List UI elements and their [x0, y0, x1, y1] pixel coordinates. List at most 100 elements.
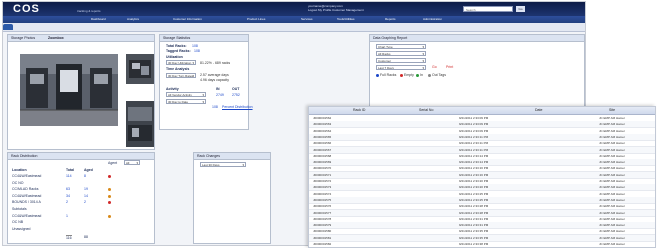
table-cell: J0000001569 [313, 160, 332, 165]
warehouse-photo-thumb-2-image [126, 101, 154, 147]
distribution-location[interactable]: CC4&W/Eastmead [12, 214, 41, 218]
nav-item-analytics[interactable]: Analytics [127, 17, 139, 22]
tab-storage-photos[interactable]: Storage Photos [11, 36, 35, 40]
table-cell: J0000001566 [313, 141, 332, 146]
distribution-total: 34 [66, 193, 70, 198]
page-tab-row [3, 23, 585, 32]
tagged-racks-value: 108 [194, 49, 200, 53]
table-cell: 9/21/2011 2:33:28 PM [459, 204, 489, 209]
col-aged: Aged [84, 168, 93, 172]
graph-go-button[interactable]: Go [432, 65, 437, 69]
photo-panel: Storage Photos Zoombox [7, 34, 155, 150]
app-logo[interactable]: COS [13, 3, 40, 15]
table-cell: JC EMP AM Hamer [599, 204, 625, 209]
customer-select[interactable]: Customer ▾ [376, 58, 426, 63]
warehouse-photo-thumb-2[interactable] [126, 101, 154, 147]
bottom-count: 108 [212, 105, 218, 109]
chart-type-select[interactable]: Chart Type ▾ [376, 44, 426, 49]
table-cell: J0000001570 [313, 166, 332, 171]
activity-period-select[interactable]: 30 Day to Date ▾ [166, 99, 206, 104]
distribution-location[interactable]: CC4&W/Eastmead [12, 194, 41, 198]
nav-item-reports[interactable]: Reports [385, 17, 396, 22]
distribution-aged: 19 [84, 187, 88, 192]
turn-average-text: 2.57 average days [200, 73, 229, 77]
data-graphing-header: Data Graphing Report [370, 35, 584, 42]
percent-distribution-link[interactable]: Percent Distribution [222, 105, 253, 109]
table-cell: JC EMP AM Hamer [599, 216, 625, 221]
legend-full-racks[interactable]: Full Racks [380, 73, 396, 77]
nav-item-dashboard[interactable]: Dashboard [91, 17, 106, 22]
activity-vendor-select[interactable]: All Vendor Activity ▾ [166, 92, 206, 97]
user-links[interactable]: Logout My Profile Customer Management [308, 8, 458, 12]
table-cell: JC EMP AM Hamer [599, 166, 625, 171]
table-cell: J0000001568 [313, 153, 332, 158]
user-info: yourname@company.com Logout My Profile C… [308, 4, 458, 12]
distribution-total: 2 [66, 200, 68, 205]
rack-distribution-title: Rack Distribution [11, 154, 38, 158]
table-cell: JC EMP AM Hamer [599, 122, 625, 127]
status-dot-icon [108, 194, 111, 198]
table-cell: 9/21/2011 2:33:16 PM [459, 172, 489, 177]
search-input[interactable]: Search [463, 6, 513, 12]
table-cell: 9/21/2011 2:33:11 PM [459, 147, 489, 152]
table-cell: JC EMP AM Hamer [599, 179, 625, 183]
grid-col-rack-id[interactable]: Rack ID [353, 108, 365, 112]
distribution-location[interactable]: CC/MLAD Racks [12, 187, 38, 191]
rack-distribution-header: Rack Distribution [8, 153, 154, 160]
legend-swatch-out [428, 74, 431, 77]
legend-swatch-in [416, 74, 419, 77]
total-sum: 116 [66, 235, 72, 240]
distribution-location[interactable]: OC NB [12, 220, 23, 224]
table-cell: J0000001577 [313, 210, 332, 215]
nav-item-product-lines[interactable]: Product Lines [247, 17, 265, 22]
distribution-location[interactable]: Unassigned [12, 227, 30, 231]
grid-col-serial-no[interactable]: Serial No [419, 108, 433, 112]
table-cell: JC EMP AM Hamer [599, 128, 625, 133]
rack-changes-period-select[interactable]: Last 30 Days ▾ [200, 162, 246, 167]
distribution-aged: 2 [84, 200, 86, 205]
distribution-location[interactable]: CC4&W/Eastmead [12, 174, 41, 178]
agent-select[interactable]: All ▾ [124, 160, 140, 165]
utilization-label: Utilization [166, 55, 183, 59]
grid-col-date[interactable]: Date [535, 108, 542, 112]
graph-print-button[interactable]: Print [446, 65, 453, 69]
tab-zoombox[interactable]: Zoombox [48, 36, 64, 40]
legend-out-tags[interactable]: Out Tags [432, 73, 446, 77]
logo-subtitle: tracking & reports [77, 9, 101, 13]
nav-item-tools[interactable]: Tools/Utilities [337, 17, 355, 22]
warehouse-photo-thumb-1[interactable] [126, 54, 154, 84]
chevron-down-icon: ▾ [202, 100, 204, 104]
warehouse-photo-main[interactable] [20, 54, 118, 126]
table-cell: JC EMP AM Hamer [599, 242, 625, 246]
table-cell: 9/21/2011 2:33:09 PM [459, 128, 489, 133]
table-cell: 9/21/2011 2:33:14 PM [459, 160, 489, 165]
utilization-select[interactable]: 30 Day Utilization ▾ [166, 60, 196, 65]
home-tab[interactable] [3, 24, 13, 30]
nav-item-customer-information[interactable]: Customer Information [173, 17, 202, 22]
search-button[interactable]: Go [516, 6, 525, 12]
table-cell: J0000001580 [313, 229, 332, 234]
distribution-total: 1 [66, 213, 68, 218]
chevron-down-icon: ▾ [242, 163, 244, 167]
distribution-location[interactable]: OC NO [12, 181, 23, 185]
table-cell: 9/21/2011 2:33:35 PM [459, 235, 489, 240]
date-range-select[interactable]: Last 7 Days ▾ [376, 65, 426, 70]
table-cell: J0000001571 [313, 172, 332, 177]
grid-col-site[interactable]: Site [609, 108, 615, 112]
table-cell: 9/21/2011 2:33:09 PM [459, 122, 489, 127]
chevron-down-icon: ▾ [422, 66, 424, 70]
table-cell: 9/21/2011 2:33:11 PM [459, 134, 489, 139]
legend-empty[interactable]: Empty [404, 73, 414, 77]
nav-item-administration[interactable]: Administration [423, 17, 442, 22]
distribution-location[interactable]: BOUNDS / 3014 A [12, 200, 41, 204]
table-cell: JC EMP AM Hamer [599, 197, 625, 202]
table-cell: JC EMP AM Hamer [599, 134, 625, 139]
rack-scope-select[interactable]: All Racks ▾ [376, 51, 426, 56]
rack-distribution-panel: Rack Distribution Agent All ▾ Location To… [7, 152, 155, 244]
table-row[interactable]: J0000001582 9/21/2011 2:33:38 PM JC EMP AM… [309, 241, 655, 247]
nav-item-services[interactable]: Services [301, 17, 313, 22]
distribution-location[interactable]: Subtotals [12, 207, 27, 211]
legend-in[interactable]: In [420, 73, 423, 77]
turn-rate-select[interactable]: 30 Day Turn Rates ▾ [166, 73, 196, 78]
top-header: COS tracking & reports yourname@company.… [3, 2, 585, 16]
